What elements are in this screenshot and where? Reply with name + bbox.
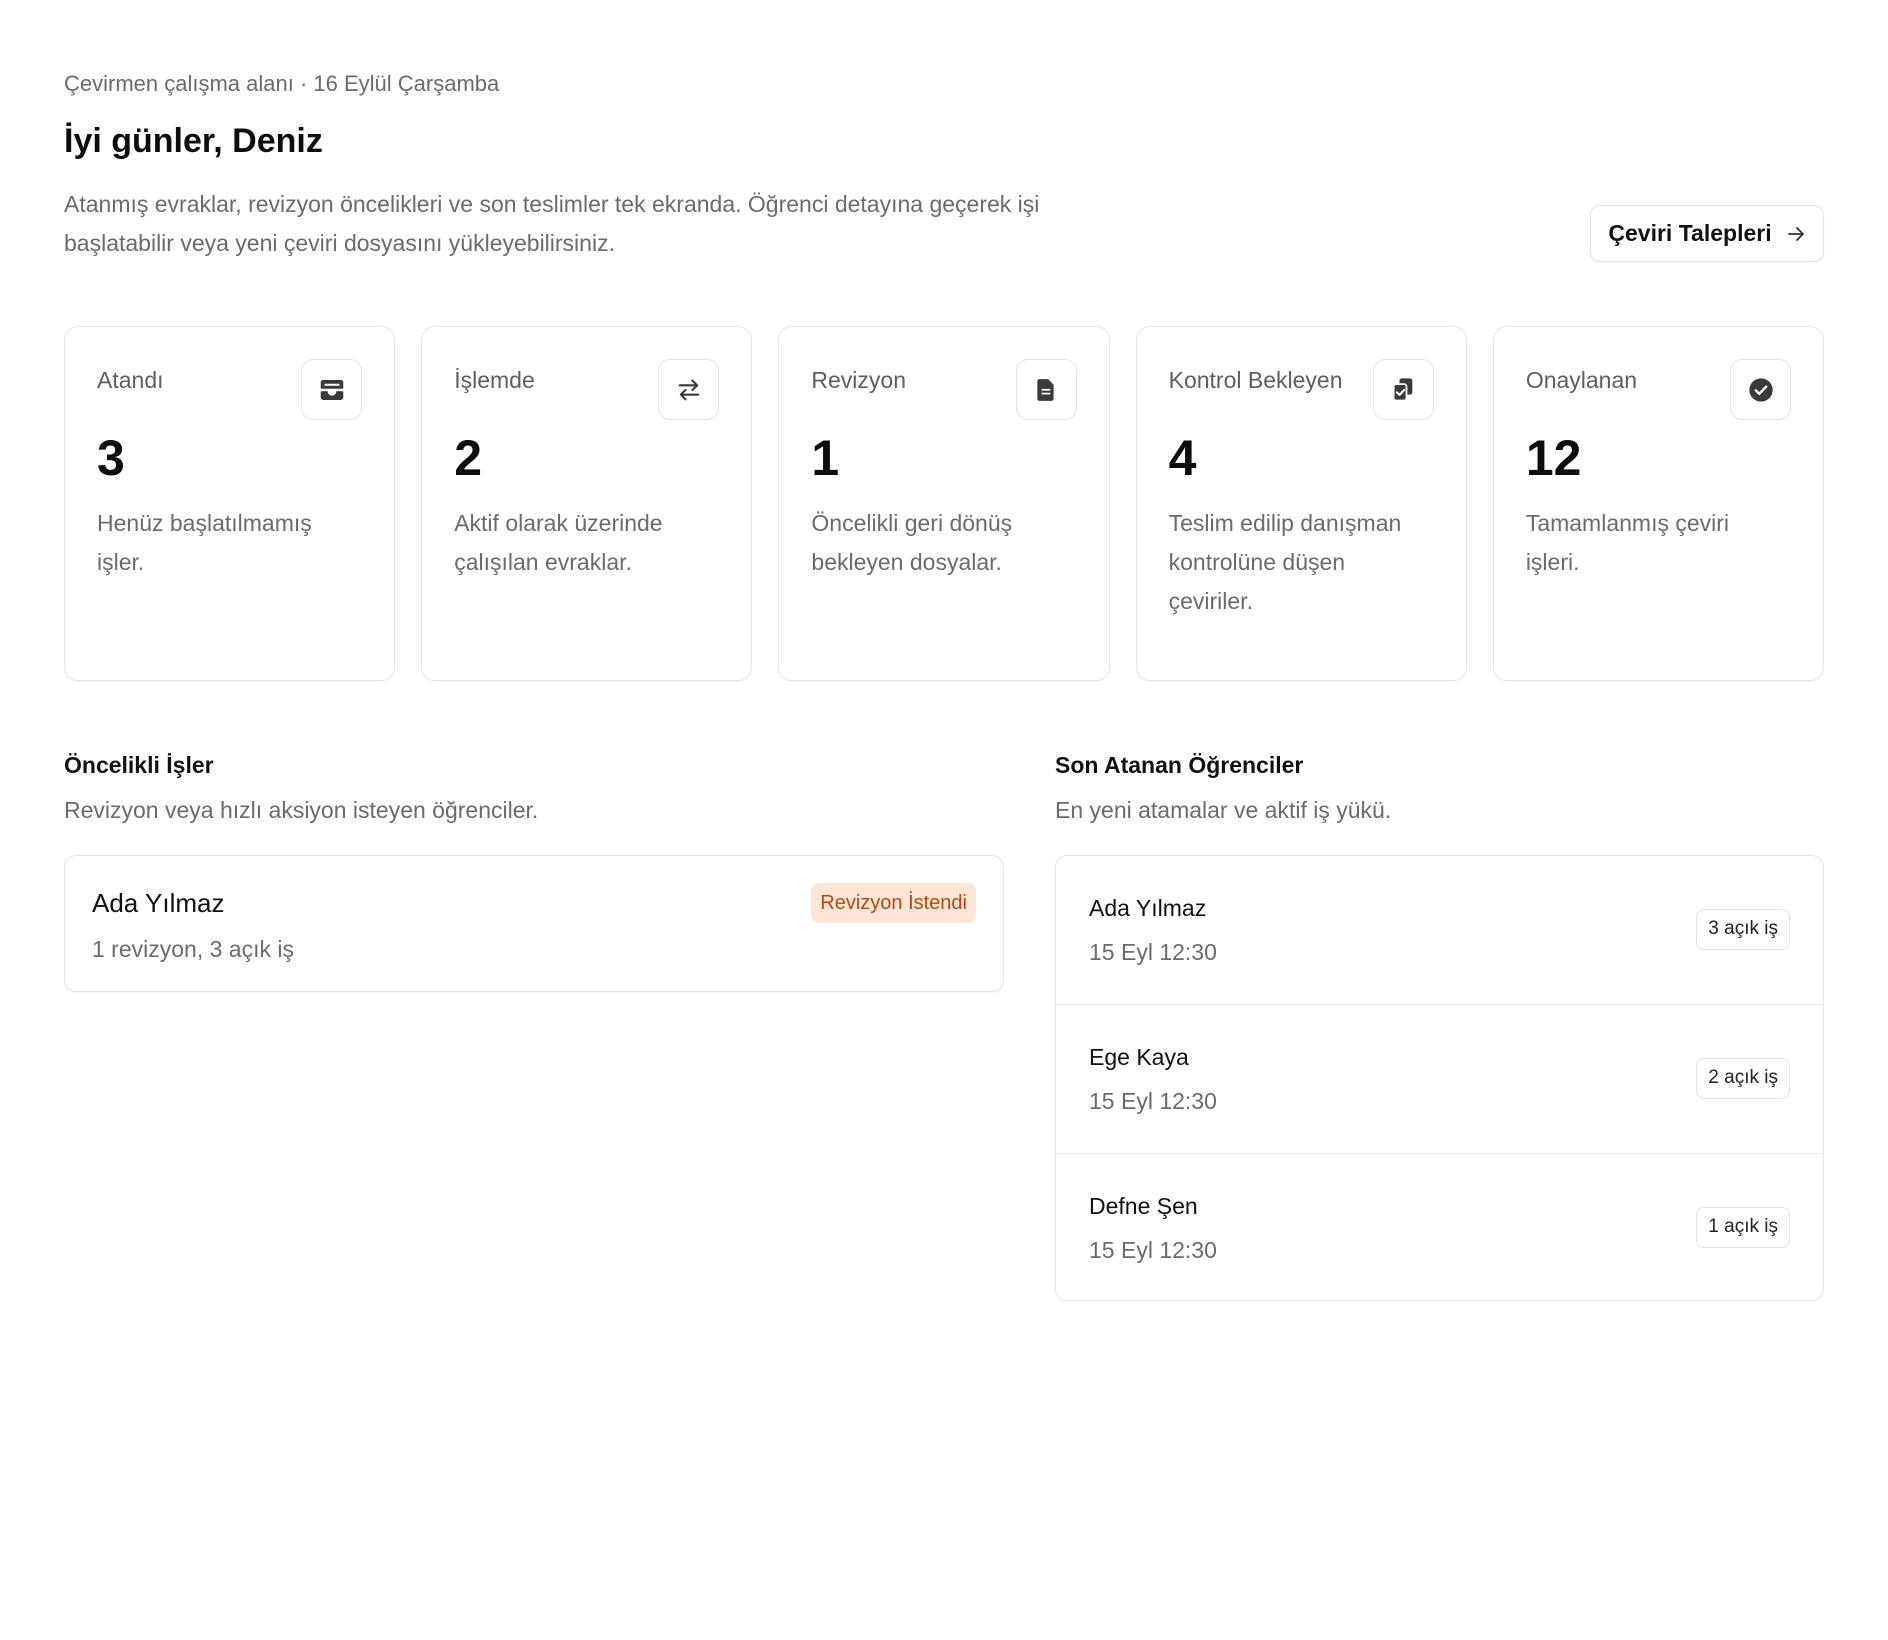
- stat-card-pending-review[interactable]: Kontrol Bekleyen 4 Teslim edilip danışma…: [1135, 326, 1467, 681]
- stat-description: Öncelikli geri dönüş bekleyen dosyalar.: [811, 510, 1013, 575]
- check-circle-icon: [1730, 359, 1792, 420]
- stat-label: Atandı: [97, 367, 164, 393]
- list-item[interactable]: Ada Yılmaz 15 Eyl 12:30 3 açık iş: [1056, 856, 1823, 1005]
- student-name: Ada Yılmaz: [92, 888, 225, 918]
- stat-description: Teslim edilip danışman kontrolüne düşen …: [1168, 510, 1402, 614]
- assigned-date: 15 Eyl 12:30: [1089, 1237, 1217, 1263]
- stat-value: 3: [97, 430, 125, 486]
- stat-cards: Atandı 3 Henüz başlatılmamış işler. İşle…: [64, 326, 1825, 681]
- recent-students-list: Ada Yılmaz 15 Eyl 12:30 3 açık iş Ege Ka…: [1055, 855, 1824, 1301]
- stat-value: 2: [454, 430, 483, 486]
- stat-description: Aktif olarak üzerinde çalışılan evraklar…: [454, 510, 663, 575]
- stat-label: Onaylanan: [1525, 367, 1638, 393]
- student-name: Ada Yılmaz: [1089, 895, 1207, 921]
- stat-value: 4: [1168, 430, 1197, 486]
- stat-description: Henüz başlatılmamış işler.: [97, 510, 312, 575]
- status-badge: Revizyon İstendi: [811, 883, 976, 923]
- list-item[interactable]: Ege Kaya 15 Eyl 12:30 2 açık iş: [1056, 1005, 1823, 1154]
- stat-description: Tamamlanmış çeviri işleri.: [1525, 510, 1730, 575]
- stat-card-assigned[interactable]: Atandı 3 Henüz başlatılmamış işler.: [64, 326, 396, 681]
- open-tasks-badge: 1 açık iş: [1696, 1207, 1790, 1248]
- stat-label: İşlemde: [454, 367, 535, 393]
- stat-value: 12: [1525, 430, 1582, 486]
- priority-section-subtitle: Revizyon veya hızlı aksiyon isteyen öğre…: [64, 797, 539, 823]
- list-item[interactable]: Defne Şen 15 Eyl 12:30 1 açık iş: [1056, 1154, 1823, 1300]
- open-tasks-badge: 2 açık iş: [1696, 1058, 1790, 1099]
- student-name: Defne Şen: [1089, 1193, 1198, 1219]
- intro-text: Atanmış evraklar, revizyon öncelikleri v…: [64, 191, 1040, 256]
- priority-section-title: Öncelikli İşler: [64, 752, 214, 778]
- swap-arrows-icon: [658, 359, 720, 420]
- workspace-eyebrow: Çevirmen çalışma alanı · 16 Eylül Çarşam…: [64, 71, 500, 96]
- translation-requests-label: Çeviri Talepleri: [1608, 220, 1772, 246]
- assigned-date: 15 Eyl 12:30: [1089, 1088, 1217, 1114]
- recent-section-title: Son Atanan Öğrenciler: [1055, 752, 1304, 778]
- page-title: İyi günler, Deniz: [64, 122, 323, 160]
- translator-dashboard: Çevirmen çalışma alanı · 16 Eylül Çarşam…: [0, 0, 1888, 1640]
- student-name: Ege Kaya: [1089, 1044, 1189, 1070]
- stat-card-approved[interactable]: Onaylanan 12 Tamamlanmış çeviri işleri.: [1492, 326, 1825, 681]
- student-workload: 1 revizyon, 3 açık iş: [92, 936, 294, 962]
- stat-label: Revizyon: [811, 367, 907, 393]
- stat-label: Kontrol Bekleyen: [1168, 367, 1343, 393]
- clipboard-check-icon: [1372, 359, 1434, 420]
- priority-item[interactable]: Ada Yılmaz 1 revizyon, 3 açık iş Revizyo…: [64, 855, 1004, 992]
- translation-requests-button[interactable]: Çeviri Talepleri: [1590, 205, 1824, 262]
- recent-section-subtitle: En yeni atamalar ve aktif iş yükü.: [1055, 797, 1392, 823]
- stat-card-revision[interactable]: Revizyon 1 Öncelikli geri dönüş bekleyen…: [778, 326, 1110, 681]
- open-tasks-badge: 3 açık iş: [1696, 909, 1790, 950]
- inbox-icon: [301, 359, 363, 420]
- arrow-right-icon: [1786, 224, 1806, 244]
- assigned-date: 15 Eyl 12:30: [1089, 939, 1217, 965]
- document-icon: [1015, 359, 1077, 420]
- stat-value: 1: [811, 430, 840, 486]
- stat-card-in-progress[interactable]: İşlemde 2 Aktif olarak üzerinde çalışıla…: [421, 326, 753, 681]
